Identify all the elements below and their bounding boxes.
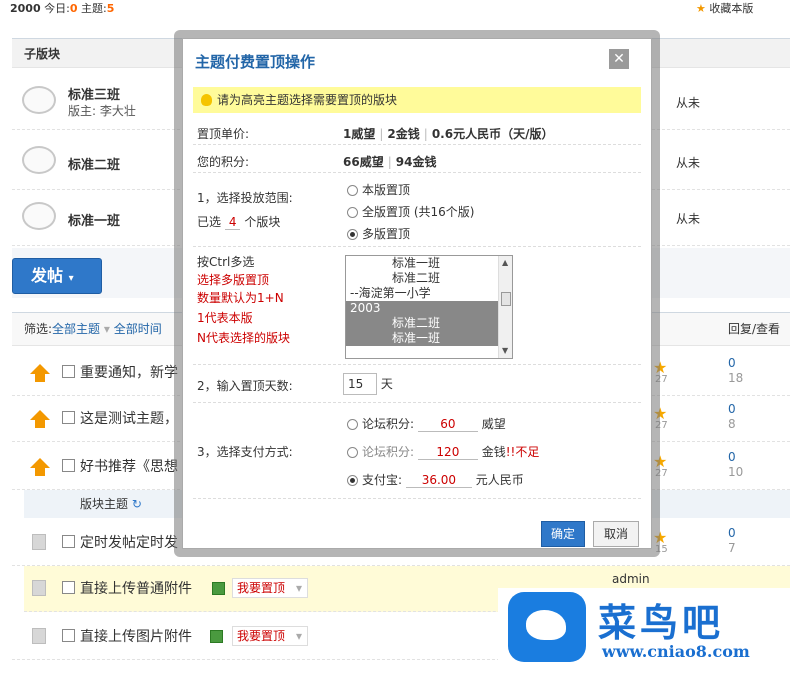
board-option[interactable]: 标准一班 <box>346 256 512 271</box>
board-multiselect[interactable]: 标准一班 标准二班 --海淀第一小学 2003 标准二班 标准一班 ▲ ▼ <box>345 255 513 359</box>
today-label: 今日: <box>44 2 70 15</box>
scope-option-multi-board[interactable]: 多版置顶 <box>347 225 410 242</box>
thread-title[interactable]: 定时发帖定时发 <box>80 532 178 552</box>
board-last-post: 从未 <box>676 156 701 170</box>
reply-count: 08 <box>728 402 736 431</box>
scroll-thumb <box>501 292 511 306</box>
scope-option-all-boards[interactable]: 全版置顶 (共16个版) <box>347 203 474 220</box>
topic-label: 主题: <box>81 2 107 15</box>
board-name[interactable]: 标准二班 <box>68 154 120 173</box>
logo-url: www.cniao8.com <box>602 642 750 661</box>
unit-price-row: 置顶单价: 1威望 | 2金钱 | 0.6元人民币（天/版） <box>193 121 641 145</box>
board-moderator: 版主: 李大壮 <box>68 104 136 118</box>
attachment-icon <box>212 582 225 595</box>
topic-count: 5 <box>106 2 115 15</box>
board-name[interactable]: 标准一班 <box>68 210 120 229</box>
thread-checkbox[interactable] <box>62 629 75 642</box>
dialog-tip: 请为高亮主题选择需要置顶的版块 <box>193 87 641 113</box>
selected-count: 4 <box>224 215 241 230</box>
lightbulb-icon <box>201 94 212 106</box>
bird-logo-icon <box>508 592 586 662</box>
scope-option-this-board[interactable]: 本版置顶 <box>347 181 410 198</box>
thread-checkbox[interactable] <box>62 581 75 594</box>
pinned-up-icon <box>30 364 50 374</box>
pin-topic-dropdown[interactable]: 我要置顶 <box>232 626 309 646</box>
speech-bubble-icon <box>22 146 56 174</box>
cancel-button[interactable]: 取消 <box>593 521 639 547</box>
radio-icon <box>347 185 358 196</box>
board-last-post: 从未 <box>676 96 701 110</box>
document-icon <box>32 580 46 596</box>
board-last-post: 从未 <box>676 212 701 226</box>
logo-text: 菜鸟吧 <box>598 600 725 645</box>
speech-bubble-icon <box>22 202 56 230</box>
reply-view-header: 回复/查看 <box>728 322 781 336</box>
scope-row: 1，选择投放范围: 已选 4 个版块 本版置顶 全版置顶 (共16个版) 多版置… <box>193 175 641 247</box>
thread-title[interactable]: 这是测试主题， <box>80 408 178 428</box>
document-icon <box>32 628 46 644</box>
pin-payment-dialog: 主题付费置顶操作 ✕ 请为高亮主题选择需要置顶的版块 置顶单价: 1威望 | 2金钱… <box>182 38 652 549</box>
filter-all-time[interactable]: 全部时间 <box>114 322 162 336</box>
chevron-down-icon: ▾ <box>68 273 74 284</box>
radio-selected-icon <box>347 475 358 486</box>
board-name[interactable]: 标准三班 <box>68 84 120 103</box>
reply-count: 07 <box>728 526 736 555</box>
radio-selected-icon <box>347 229 358 240</box>
thread-checkbox[interactable] <box>62 365 75 378</box>
pinned-up-icon <box>30 410 50 420</box>
close-icon[interactable]: ✕ <box>609 49 629 69</box>
speech-bubble-icon <box>22 86 56 114</box>
site-logo: 菜鸟吧 www.cniao8.com <box>498 588 790 674</box>
scroll-down-icon: ▼ <box>502 346 509 355</box>
board-option[interactable]: 标准一班 <box>346 331 512 346</box>
document-icon <box>32 534 46 550</box>
dialog-title: 主题付费置顶操作 <box>195 53 316 71</box>
pin-topic-dropdown[interactable]: 我要置顶 <box>232 578 309 598</box>
scroll-up-icon: ▲ <box>502 258 509 267</box>
thread-checkbox[interactable] <box>62 535 75 548</box>
reply-count: 0 18 <box>728 356 744 385</box>
days-input[interactable]: 15 <box>343 373 377 395</box>
chevron-down-icon: ▾ <box>100 322 114 336</box>
filter-label: 筛选: <box>24 322 53 336</box>
favorite-link[interactable]: ★ 收藏本版 <box>696 0 753 16</box>
thread-author[interactable]: admin <box>612 572 650 586</box>
pay-option-prestige[interactable]: 论坛积分: 60 威望 <box>347 415 506 432</box>
days-row: 2，输入置顶天数: 15 天 <box>193 367 641 403</box>
thread-title[interactable]: 直接上传图片附件 <box>80 626 192 646</box>
thread-checkbox[interactable] <box>62 411 75 424</box>
pinned-up-icon <box>30 458 50 468</box>
thread-title[interactable]: 重要通知，新学 <box>80 362 178 382</box>
board-option[interactable]: 标准二班 <box>346 316 512 331</box>
today-count: 0 <box>69 2 78 15</box>
confirm-button[interactable]: 确定 <box>541 521 585 547</box>
user-points-row: 您的积分: 66威望 | 94金钱 <box>193 147 641 173</box>
listbox-scrollbar[interactable]: ▲ ▼ <box>498 256 512 358</box>
thread-title[interactable]: 好书推荐《思想 <box>80 456 178 476</box>
radio-icon <box>347 419 358 430</box>
radio-icon <box>347 447 358 458</box>
board-option[interactable]: --海淀第一小学 <box>346 286 512 301</box>
reply-count: 0 10 <box>728 450 744 479</box>
board-option[interactable]: 2003 <box>346 301 512 316</box>
pay-option-alipay[interactable]: 支付宝: 36.00 元人民币 <box>347 471 524 488</box>
image-icon <box>210 630 223 643</box>
pay-option-money[interactable]: 论坛积分: 120 金钱!!不足 <box>347 443 539 460</box>
thread-checkbox[interactable] <box>62 459 75 472</box>
payment-row: 3，选择支付方式: 论坛积分: 60 威望 论坛积分: 120 金钱!!不足 支… <box>193 405 641 499</box>
thread-title[interactable]: 直接上传普通附件 <box>80 578 192 598</box>
new-post-button[interactable]: 发帖 ▾ <box>12 258 102 294</box>
forum-stats: 2000 今日:0 主题:5 ★ 收藏本版 <box>10 0 754 16</box>
filter-all-topics[interactable]: 全部主题 <box>52 322 100 336</box>
star-icon: ★ <box>696 2 706 15</box>
refresh-icon[interactable]: ↻ <box>132 497 142 511</box>
radio-icon <box>347 207 358 218</box>
board-option[interactable]: 标准二班 <box>346 271 512 286</box>
